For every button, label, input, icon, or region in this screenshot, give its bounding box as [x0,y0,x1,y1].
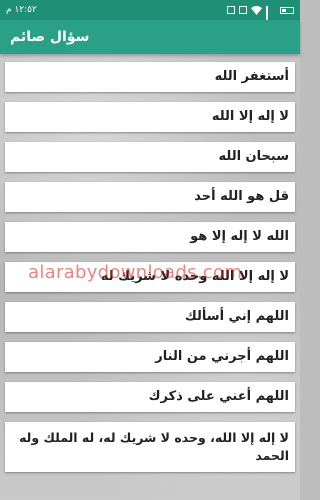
list-item[interactable]: قل هو الله أحد [5,182,295,212]
battery-icon [280,6,294,14]
app-bar: سؤال صائم [0,20,300,54]
status-right [227,5,294,30]
signal-icon [266,5,276,30]
list-item[interactable]: لا إله إلا الله وحده لا شريك له [5,262,295,292]
list-item[interactable]: أستغفر الله [5,62,295,92]
notification-icon [227,6,235,14]
list-item[interactable]: الله لا إله إلا هو [5,222,295,252]
list-item[interactable]: اللهم أعني على ذكرك [5,382,295,412]
notification-icon-2 [239,6,247,14]
app-title: سؤال صائم [10,29,90,45]
status-bar: ١٢:٥٢ م [0,0,300,30]
dhikr-list: أستغفر الله لا إله إلا الله سبحان الله ق… [5,62,295,482]
list-item[interactable]: اللهم إني أسألك [5,302,295,332]
content-area: أستغفر الله لا إله إلا الله سبحان الله ق… [0,54,300,500]
status-time: ١٢:٥٢ م [6,5,37,15]
wifi-icon [251,5,262,15]
list-item[interactable]: لا إله إلا الله [5,102,295,132]
list-item[interactable]: لا إله إلا الله، وحده لا شريك له، له الم… [5,422,295,472]
list-item[interactable]: سبحان الله [5,142,295,172]
list-item[interactable]: اللهم أجرني من النار [5,342,295,372]
status-left: ١٢:٥٢ م [6,5,37,15]
